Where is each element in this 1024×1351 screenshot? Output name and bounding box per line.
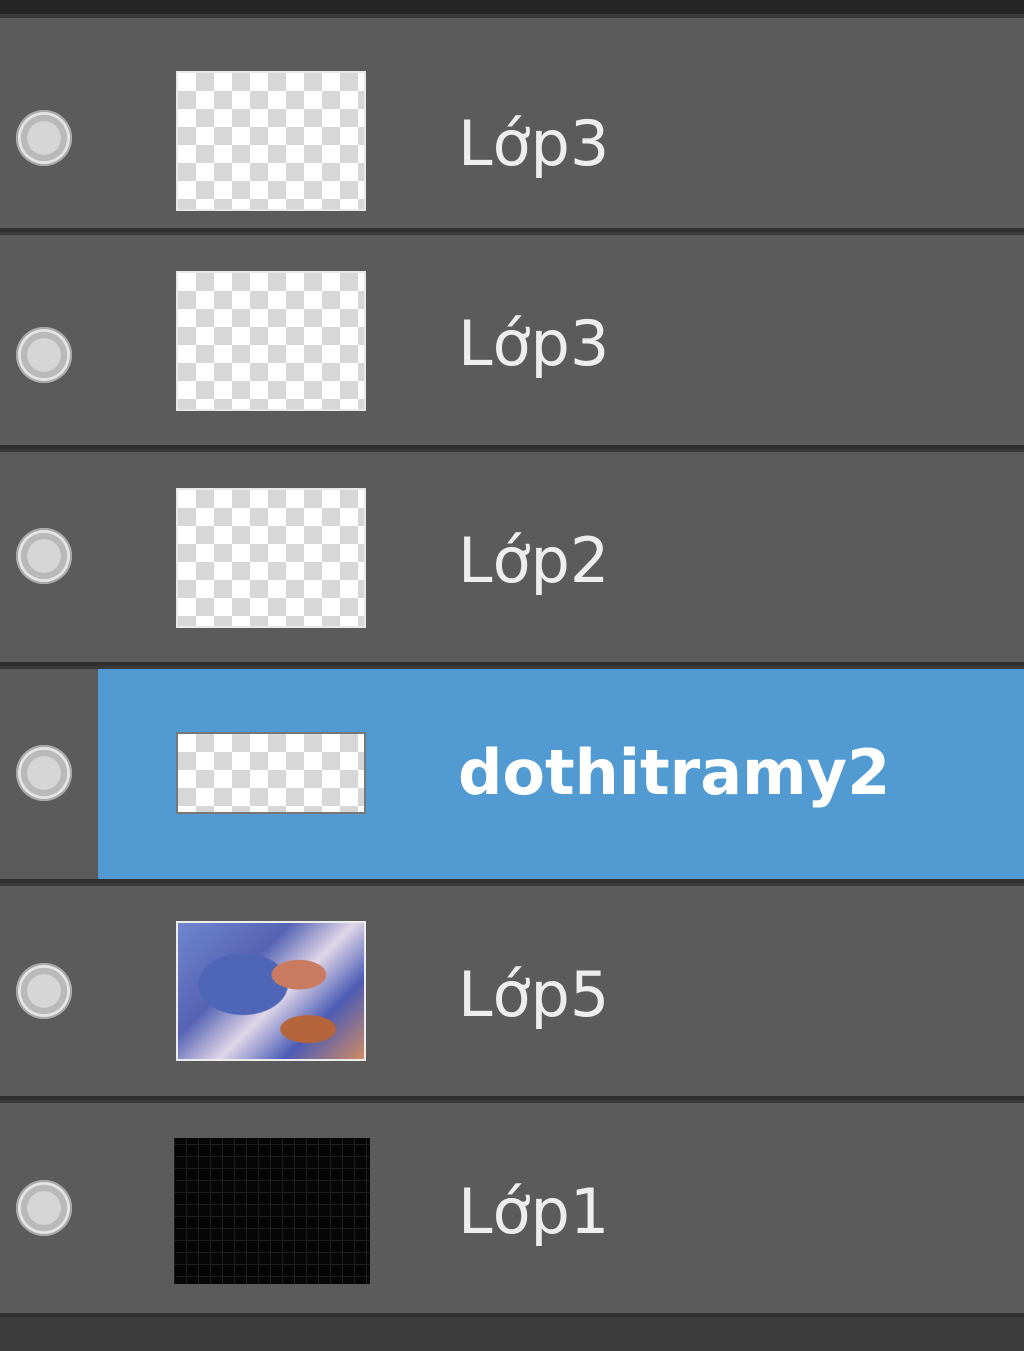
- layer-name-label: Lớp5: [458, 958, 610, 1031]
- layer-thumbnail: [176, 271, 366, 411]
- eye-toggle-icon[interactable]: [16, 745, 72, 801]
- eye-toggle-icon[interactable]: [16, 110, 72, 166]
- panel-bottom-edge: [0, 1318, 1024, 1351]
- layer-thumbnail: [176, 488, 366, 628]
- layer-row-lop5[interactable]: Lớp5: [0, 886, 1024, 1100]
- layer-name-label: Lớp3: [458, 107, 610, 180]
- eye-toggle-icon[interactable]: [16, 528, 72, 584]
- layer-name-label: dothitramy2: [458, 736, 891, 809]
- layer-row-lop1[interactable]: Lớp1: [0, 1103, 1024, 1317]
- layer-thumbnail: [176, 71, 366, 211]
- layer-name-label: Lớp2: [458, 524, 610, 597]
- layer-name-label: Lớp3: [458, 307, 610, 380]
- layer-thumbnail: [176, 732, 366, 814]
- layer-thumbnail: [174, 1138, 370, 1284]
- layers-panel: Lớp3 Lớp3 Lớp2 dothitramy2 Lớp5 Lớp1: [0, 0, 1024, 1351]
- panel-top-edge: [0, 0, 1024, 14]
- layer-name-label: Lớp1: [458, 1175, 610, 1248]
- layer-row-lop3-second[interactable]: Lớp3: [0, 235, 1024, 449]
- layer-row-dothitramy2[interactable]: dothitramy2: [0, 669, 1024, 883]
- eye-toggle-icon[interactable]: [16, 1180, 72, 1236]
- layer-thumbnail: [176, 921, 366, 1061]
- layer-row-lop3-top[interactable]: Lớp3: [0, 18, 1024, 232]
- layer-row-lop2[interactable]: Lớp2: [0, 452, 1024, 666]
- eye-toggle-icon[interactable]: [16, 963, 72, 1019]
- eye-toggle-icon[interactable]: [16, 327, 72, 383]
